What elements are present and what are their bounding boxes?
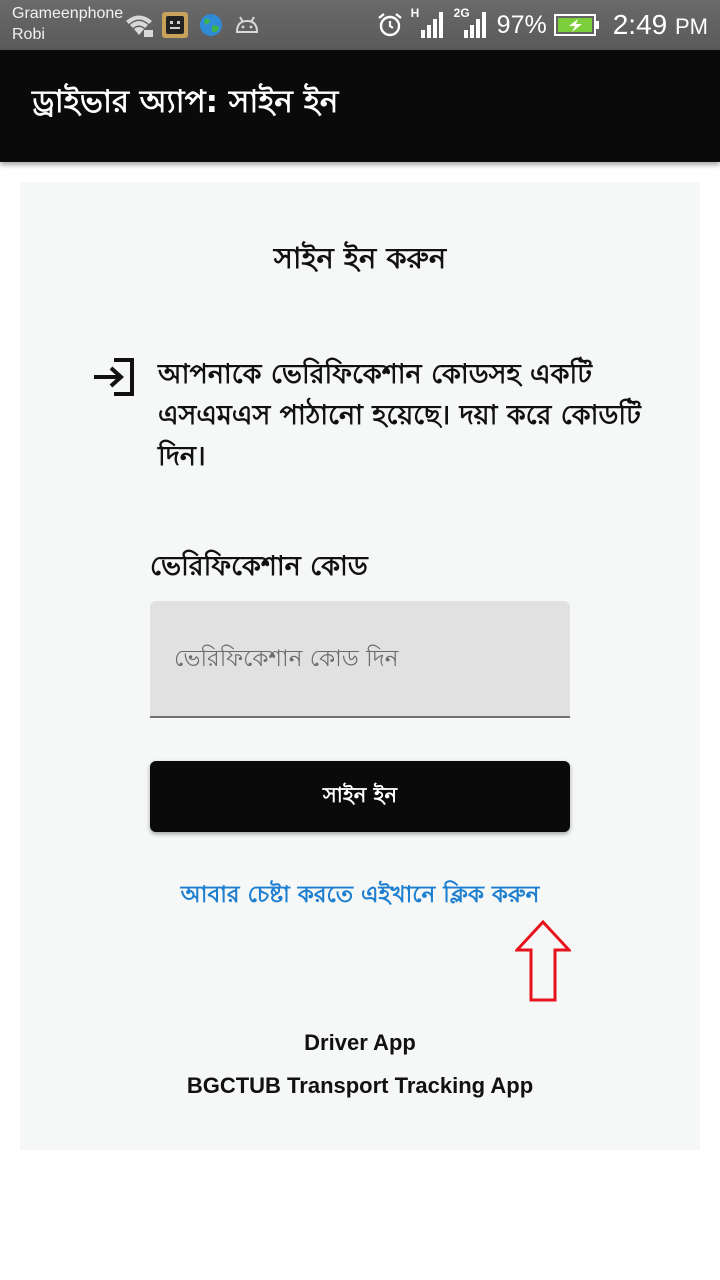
up-arrow-annotation-icon	[515, 920, 571, 1002]
clock-suffix: PM	[675, 14, 708, 39]
carrier-names: Grameenphone Robi	[12, 3, 123, 45]
android-icon	[235, 16, 259, 33]
clock-time: 2:49	[612, 9, 668, 40]
status-bar: Grameenphone Robi H 2G 97% 2:49 PM	[0, 0, 720, 50]
network-type-1: H	[410, 6, 420, 20]
battery-percent: 97%	[496, 10, 547, 39]
verification-code-input[interactable]	[150, 601, 570, 718]
sign-in-arrow-icon	[94, 358, 134, 396]
wifi-icon	[126, 15, 153, 37]
battery-charging-icon	[553, 14, 599, 36]
signal-2: 2G	[453, 6, 490, 42]
network-type-2: 2G	[453, 6, 470, 20]
globe-icon	[200, 14, 222, 36]
verification-code-label: ভেরিফিকেশান কোড	[150, 551, 368, 582]
app-bar-title: ড্রাইভার অ্যাপ: সাইন ইন	[32, 84, 339, 120]
card-title: সাইন ইন করুন	[273, 241, 447, 275]
clock: 2:49 PM	[613, 9, 708, 41]
sign-in-card: সাইন ইন করুন আপনাকে ভেরিফিকেশান কোডসহ এক…	[20, 182, 700, 1150]
sms-sent-message: আপনাকে ভেরিফিকেশান কোডসহ একটি এসএমএস পাঠ…	[158, 359, 641, 472]
app-bar: ড্রাইভার অ্যাপ: সাইন ইন	[0, 50, 720, 162]
app-notification-icon	[162, 12, 188, 38]
carrier-1: Grameenphone	[12, 5, 124, 22]
signal-1: H	[410, 6, 447, 42]
retry-link[interactable]: আবার চেষ্টা করতে এইখানে ক্লিক করুন	[20, 876, 700, 915]
footer-app-subtitle: BGCTUB Transport Tracking App	[186, 1073, 534, 1098]
carrier-2: Robi	[12, 26, 45, 43]
sign-in-button[interactable]: সাইন ইন	[150, 761, 570, 832]
alarm-icon	[377, 13, 402, 37]
status-right: H 2G 97% 2:49 PM	[376, 0, 708, 50]
footer-app-name: Driver App	[304, 1030, 416, 1055]
